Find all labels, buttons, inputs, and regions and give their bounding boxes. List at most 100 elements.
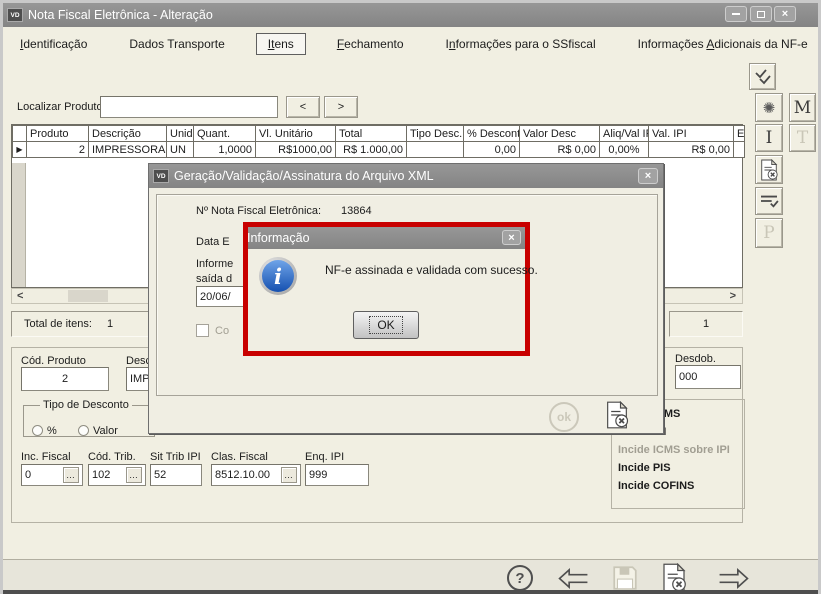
scroll-left-arrow[interactable]: <: [17, 289, 23, 303]
grid-header-marker: [13, 126, 27, 142]
tipo-desconto-legend: Tipo de Desconto: [40, 399, 132, 411]
list-check-button[interactable]: [755, 187, 783, 215]
tab-identificacao[interactable]: Identificação: [9, 34, 98, 54]
total-items-label: Total de itens:: [24, 318, 92, 330]
radio-valor-icon: [78, 425, 89, 436]
cod-trib-field[interactable]: 102 …: [88, 464, 146, 486]
bottom-toolbar: [3, 559, 818, 594]
close-icon: ×: [645, 170, 651, 182]
desdob-field[interactable]: 000: [675, 365, 741, 389]
tab-bar: Identificação Dados Transporte Itens Fec…: [9, 31, 808, 57]
window-titlebar: VD Nota Fiscal Eletrônica - Alteração ×: [3, 3, 818, 27]
document-x-icon: [604, 401, 630, 429]
burst-button[interactable]: ✺: [755, 93, 783, 122]
save-button-disabled[interactable]: [610, 564, 640, 592]
window-title: Nota Fiscal Eletrônica - Alteração: [28, 8, 213, 22]
grid-header: Aliq/Val IP: [600, 126, 649, 142]
info-dialog-title: Informação: [252, 231, 310, 245]
radio-valor[interactable]: Valor: [78, 425, 118, 437]
xml-dialog-icon: VD: [153, 169, 169, 183]
info-dialog-close-button[interactable]: ×: [502, 230, 521, 245]
xml-cancel-document-button[interactable]: [604, 401, 630, 429]
search-input[interactable]: [100, 96, 278, 118]
tab-fechamento[interactable]: Fechamento: [326, 34, 415, 54]
cell-total: R$ 1.000,00: [336, 142, 407, 158]
info-dialog: Informação × i NF-e assinada e validada …: [243, 222, 530, 356]
grid-row-impressora[interactable]: ▶ 2 IMPRESSORA UN 1,0000 R$1000,00 R$ 1.…: [13, 142, 745, 158]
tab-informacoes-adicionais[interactable]: Informações Adicionais da NF-e: [627, 34, 819, 54]
cell-produto: 2: [27, 142, 89, 158]
t-button-disabled[interactable]: T: [789, 124, 816, 152]
p-button-disabled[interactable]: P: [755, 218, 783, 248]
inc-fiscal-picker-button[interactable]: …: [63, 467, 79, 483]
close-icon: ×: [782, 8, 788, 20]
xml-dialog-close-button[interactable]: ×: [638, 168, 658, 184]
i-letter-icon: I: [766, 128, 773, 148]
enq-ipi-field[interactable]: 999: [305, 464, 369, 486]
search-next-button[interactable]: >: [324, 96, 358, 118]
cell-pct-desconto: 0,00: [464, 142, 520, 158]
search-label: Localizar Produto: [17, 101, 103, 113]
back-button[interactable]: [554, 566, 592, 591]
cell-aliq-val-ip: 0,00%: [600, 142, 649, 158]
grid-header: E: [734, 126, 745, 142]
cod-trib-label: Cód. Trib.: [88, 451, 136, 463]
cell-descricao: IMPRESSORA: [89, 142, 167, 158]
info-dialog-message: NF-e assinada e validada com sucesso.: [325, 263, 538, 277]
clas-fiscal-field[interactable]: 8512.10.00 …: [211, 464, 301, 486]
radio-percent[interactable]: %: [32, 425, 57, 437]
tab-itens[interactable]: Itens: [256, 33, 306, 55]
grid-header: Unid: [167, 126, 194, 142]
grid-header: Tipo Desc.: [407, 126, 464, 142]
search-prev-button[interactable]: <: [286, 96, 320, 118]
minimize-button[interactable]: [725, 6, 747, 22]
app-window: VD Nota Fiscal Eletrônica - Alteração × …: [0, 0, 821, 594]
i-button[interactable]: I: [755, 124, 783, 152]
tab-dados-transporte[interactable]: Dados Transporte: [118, 34, 235, 54]
forward-button[interactable]: [715, 566, 753, 591]
p-letter-icon: P: [763, 223, 774, 243]
xml-dialog-title: Geração/Validação/Assinatura do Arquivo …: [174, 169, 434, 183]
incide-icms-sobre-ipi: Incide ICMS sobre IPI: [618, 441, 738, 459]
cod-produto-field[interactable]: 2: [21, 367, 109, 391]
maximize-icon: [757, 11, 765, 18]
information-icon: i: [259, 257, 297, 295]
nfe-number-value: 13864: [341, 205, 372, 217]
radio-percent-icon: [32, 425, 43, 436]
arrow-left-icon: [554, 566, 592, 591]
cell-val-ipi: R$ 0,00: [649, 142, 734, 158]
burst-icon: ✺: [763, 99, 776, 117]
tab-informacoes-ssfiscal[interactable]: Informações para o SSfiscal: [435, 34, 607, 54]
incide-cofins: Incide COFINS: [618, 477, 738, 495]
cancel-nfe-button[interactable]: [660, 563, 688, 593]
save-icon: [610, 564, 640, 592]
cancel-document-button[interactable]: [755, 155, 783, 184]
close-button[interactable]: ×: [774, 6, 796, 22]
page-indicator-panel: 1: [669, 311, 743, 337]
cod-trib-picker-button[interactable]: …: [126, 467, 142, 483]
ok-button-disabled[interactable]: ok: [549, 402, 579, 432]
inc-fiscal-field[interactable]: 0 …: [21, 464, 83, 486]
cell-valor-desc: R$ 0,00: [520, 142, 600, 158]
m-letter-icon: M: [794, 98, 811, 118]
scroll-right-arrow[interactable]: >: [730, 289, 736, 303]
scroll-thumb[interactable]: [68, 290, 108, 302]
help-button[interactable]: ?: [507, 565, 533, 591]
grid-selector-column: [12, 163, 26, 287]
tipo-desconto-group: Tipo de Desconto % Valor: [23, 399, 155, 437]
maximize-button[interactable]: [750, 6, 772, 22]
confirm-all-button[interactable]: [749, 63, 776, 90]
enq-ipi-label: Enq. IPI: [305, 451, 344, 463]
info-ok-button[interactable]: OK: [353, 311, 419, 339]
xml-dialog-checkbox[interactable]: [196, 324, 209, 337]
row-marker-icon: ▶: [13, 142, 27, 158]
clas-fiscal-picker-button[interactable]: …: [281, 467, 297, 483]
m-button[interactable]: M: [789, 93, 816, 122]
help-icon: ?: [515, 570, 524, 587]
sit-trib-ipi-field[interactable]: 52: [150, 464, 202, 486]
informe-label-line2: saída d: [196, 273, 232, 285]
data-emissao-label: Data E: [196, 236, 230, 248]
window-bottom-edge: [0, 590, 821, 594]
desdob-label: Desdob.: [675, 353, 716, 365]
cell-unid: UN: [167, 142, 194, 158]
